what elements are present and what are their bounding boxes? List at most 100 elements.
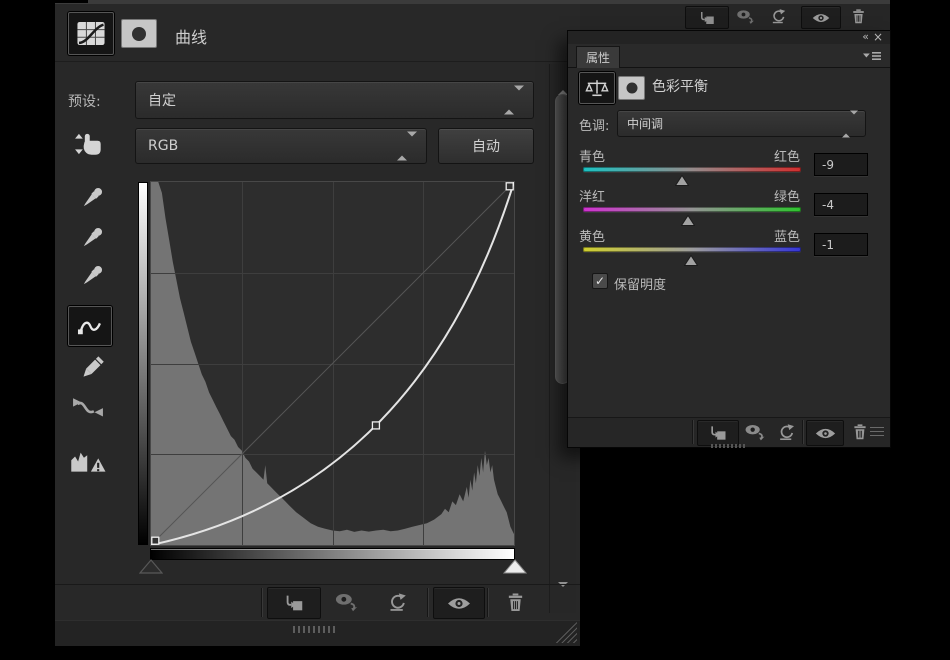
tone-value: 中间调 [618,115,663,132]
input-gradient-bar [151,549,514,559]
auto-button[interactable]: 自动 [438,128,534,164]
delete-button[interactable] [491,587,539,617]
visibility-button[interactable] [806,420,844,446]
curves-panel-title: 曲线 [175,24,207,48]
eye-icon [815,427,836,440]
properties-title-bar: « × [568,31,890,45]
stepper-arrows-icon [842,114,858,133]
white-point-eyedropper[interactable] [77,261,107,291]
properties-tab-row: 属性 [568,44,890,68]
channel-value: RGB [136,138,178,154]
pencil-curve-tool[interactable] [77,353,107,383]
clip-to-layer-button[interactable] [267,587,321,619]
baseline-diagonal [151,182,514,545]
preset-label: 预设: [68,91,101,111]
properties-panel: « × 属性 色彩平衡 色调: 中间调 青色 红色 [567,30,891,448]
curve-control-point [372,422,379,429]
tone-dropdown[interactable]: 中间调 [617,110,866,137]
collapse-to-icons-icon[interactable]: « [862,30,868,43]
menu-icon [862,50,882,61]
reset-icon [387,592,408,613]
clip-to-layer-icon [698,9,716,27]
curves-panel-footer [55,620,580,646]
panel-menu-icon[interactable] [862,50,882,61]
green-label: 绿色 [774,186,800,205]
cyan-red-slider-row: 青色 红色 -9 [568,146,890,186]
scales-icon [585,78,609,99]
trash-icon [852,423,868,441]
color-balance-title: 色彩平衡 [652,76,708,96]
highlight-input-slider[interactable] [503,559,527,574]
magenta-green-value-field[interactable]: -4 [814,193,868,216]
gray-point-eyedropper[interactable] [77,223,107,253]
targeted-adjustment-icon [71,129,104,159]
preserve-luminosity-label: 保留明度 [614,274,666,293]
pencil-icon [77,353,107,383]
clip-to-layer-button[interactable] [685,6,729,29]
cyan-red-value-field[interactable]: -9 [814,153,868,176]
black-point-eyedropper[interactable] [77,183,107,213]
slider-thumb-icon [675,175,689,186]
tab-properties[interactable]: 属性 [576,46,620,68]
reset-icon [777,423,796,442]
yellow-blue-value-field[interactable]: -1 [814,233,868,256]
shadow-input-slider[interactable] [139,559,163,574]
panel-drag-handle[interactable] [711,444,747,448]
reset-button[interactable] [771,420,801,444]
smooth-curve-tool[interactable] [71,395,105,421]
eyedropper-icon [77,261,107,291]
curve-histogram-chart[interactable] [151,182,514,545]
point-curve-tool[interactable] [68,306,112,346]
preserve-luminosity-checkbox[interactable]: ✓ [592,273,608,289]
reset-button[interactable] [763,6,793,27]
slider-thumb-icon [684,255,698,266]
preserve-luminosity-row: ✓ 保留明度 [568,271,890,293]
panel-resize-grip[interactable] [554,622,577,643]
eyedropper-icon [77,223,107,253]
layer-mask-thumbnail[interactable] [618,76,645,100]
blue-label: 蓝色 [774,226,800,245]
eye-icon [447,596,471,611]
magenta-green-slider-row: 洋红 绿色 -4 [568,186,890,226]
red-label: 红色 [774,146,800,165]
close-icon[interactable]: × [873,30,883,44]
eyedropper-icon [77,183,107,213]
color-balance-chip[interactable] [579,72,615,104]
stepper-arrows-icon [504,91,524,110]
targeted-adjustment-tool[interactable] [71,129,104,159]
clipping-warning-toggle[interactable] [70,445,108,473]
panel-resize-grip[interactable] [870,427,884,437]
curve-plot-area[interactable] [150,181,515,546]
clip-to-layer-icon [708,423,728,443]
view-previous-state-icon [744,424,767,441]
panel-drag-handle[interactable] [293,626,337,633]
reset-button[interactable] [373,587,421,617]
yellow-label: 黄色 [579,226,605,245]
trash-icon [506,592,525,613]
clip-to-layer-button[interactable] [697,420,739,446]
cyan-label: 青色 [579,146,605,165]
stepper-arrows-icon [397,137,417,156]
view-previous-state-button[interactable] [323,587,371,617]
visibility-button[interactable] [801,6,841,29]
point-curve-icon [76,315,104,338]
view-previous-state-button[interactable] [731,6,761,27]
curves-adjustment-chip[interactable] [68,12,114,55]
delete-button[interactable] [843,6,873,27]
magenta-green-slider-track[interactable] [583,207,801,212]
visibility-button[interactable] [433,587,485,619]
photoshop-workspace: 曲线 预设: 自定 RGB 自动 [0,0,950,660]
slider-thumb[interactable] [675,171,689,182]
preset-dropdown[interactable]: 自定 [135,81,534,119]
mask-dot [132,27,146,41]
yellow-blue-slider-track[interactable] [583,247,801,252]
slider-thumb[interactable] [684,251,698,262]
cyan-red-slider-track[interactable] [583,167,801,172]
view-previous-state-button[interactable] [740,420,770,444]
layer-mask-thumbnail[interactable] [121,19,157,48]
slider-thumb[interactable] [681,211,695,222]
check-icon: ✓ [595,274,605,288]
channel-dropdown[interactable]: RGB [135,128,427,164]
curve-control-point [506,183,513,190]
magenta-label: 洋红 [579,186,605,205]
